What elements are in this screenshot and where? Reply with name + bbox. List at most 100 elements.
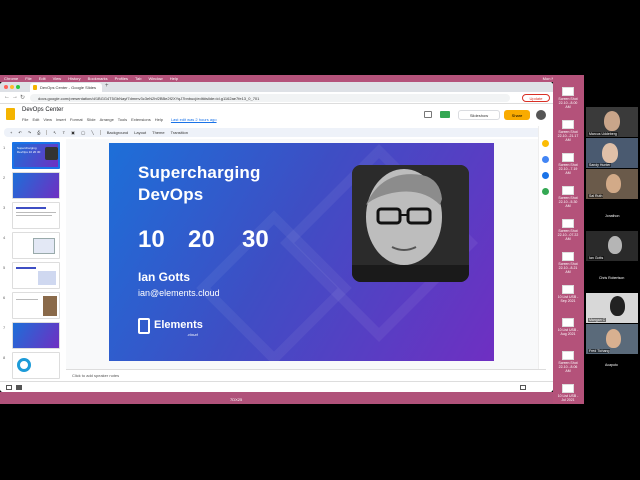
minimize-window-icon[interactable] (10, 85, 14, 89)
participant-tile[interactable]: Chris Robertson (586, 262, 638, 292)
contacts-icon[interactable] (542, 172, 549, 179)
theme-button[interactable]: Theme (152, 130, 164, 135)
desktop-files: Screen Shot 22-10...8.00 AM Screen Shot … (553, 75, 584, 404)
desktop-file[interactable]: 10 List USB - Sep 2021 (556, 285, 580, 303)
menu-view[interactable]: View (43, 117, 52, 122)
editing-toolbar: + ↶ ↷ ⎙ ↖ T ▣ ◯ ╲ Background Layout Them… (4, 128, 549, 137)
speaker-notes[interactable]: Click to add speaker notes (66, 369, 546, 381)
slide-thumbnail-7[interactable] (12, 322, 60, 349)
slide-number-20: 20 (188, 226, 215, 253)
url-text: docs.google.com/presentation/d/1BGG4T5Gb… (38, 95, 260, 101)
reload-icon[interactable]: ↻ (20, 94, 25, 101)
image-icon[interactable]: ▣ (71, 130, 75, 135)
desktop-file[interactable]: Screen Shot 22-10...5.30 AM (556, 186, 580, 208)
forward-icon[interactable]: → (12, 94, 18, 100)
last-edit-link[interactable]: Last edit was 2 hours ago (171, 117, 217, 122)
meet-icon[interactable] (440, 111, 450, 118)
participant-tile[interactable]: Fred Tichang (586, 324, 638, 354)
menu-help[interactable]: Help (155, 117, 163, 122)
slide-thumbnail-4[interactable] (12, 232, 60, 259)
comment-icon[interactable] (424, 111, 432, 118)
slide-thumbnail-1[interactable]: Supercharging DevOps 10 20 30 (12, 142, 60, 169)
menubar-item[interactable]: View (53, 76, 62, 81)
explore-icon[interactable] (520, 385, 526, 390)
select-icon[interactable]: ↖ (53, 130, 56, 135)
slide-thumbnail-8[interactable] (12, 352, 60, 379)
menubar-item[interactable]: Help (170, 76, 178, 81)
redo-icon[interactable]: ↷ (28, 130, 31, 135)
thumb-photo (45, 147, 58, 160)
menubar-item[interactable]: Window (148, 76, 162, 81)
participant-tile[interactable]: Ian Gotts (586, 231, 638, 261)
layout-button[interactable]: Layout (134, 130, 146, 135)
new-tab-button[interactable]: + (105, 83, 109, 89)
menu-slide[interactable]: Slide (87, 117, 96, 122)
undo-icon[interactable]: ↶ (18, 130, 21, 135)
desktop-file[interactable]: Screen Shot 22-10...07.22 AM (556, 219, 580, 241)
slide-thumbnail-3[interactable] (12, 202, 60, 229)
keep-icon[interactable] (542, 140, 549, 147)
desktop-file[interactable]: Screen Shot 22-10...8.21 AM (556, 252, 580, 274)
menubar-item[interactable]: File (25, 76, 31, 81)
menu-insert[interactable]: Insert (56, 117, 66, 122)
transition-button[interactable]: Transition (171, 130, 188, 135)
menubar-item[interactable]: History (68, 76, 80, 81)
maximize-window-icon[interactable] (16, 85, 20, 89)
menu-format[interactable]: Format (70, 117, 83, 122)
document-title[interactable]: DevOps Center (22, 107, 63, 113)
desktop-file[interactable]: Screen Shot 22-10...21.17 AM (556, 120, 580, 142)
desktop-file[interactable]: Screen Shot 22-10...7.19 AM (556, 153, 580, 175)
tasks-icon[interactable] (542, 156, 549, 163)
menubar-item[interactable]: Edit (39, 76, 46, 81)
desktop-file[interactable]: Screen Shot 22-10...8.00 AM (556, 87, 580, 109)
elements-logo-sub: .cloud (187, 332, 198, 337)
desktop-file[interactable]: 10 List USB - Aug 2021 (556, 318, 580, 336)
participant-tile[interactable]: Jonathon (586, 200, 638, 230)
participant-tile[interactable]: Sandy Hunter (586, 138, 638, 168)
view-controls (0, 381, 553, 392)
desktop-file[interactable]: Screen Shot 22-10...8.06 AM (556, 351, 580, 373)
thumb-number: 8 (3, 355, 6, 360)
add-icon[interactable]: + (10, 130, 12, 135)
thumb-title: Supercharging DevOps 10 20 30 (17, 146, 41, 154)
shape-icon[interactable]: ◯ (81, 130, 85, 135)
menu-extensions[interactable]: Extensions (131, 117, 151, 122)
participant-tile[interactable]: Mangan C (586, 293, 638, 323)
maps-icon[interactable] (542, 188, 549, 195)
share-button[interactable]: Share (504, 110, 530, 120)
url-input[interactable]: docs.google.com/presentation/d/1BGG4T5Gb… (30, 94, 510, 102)
current-slide[interactable]: Supercharging DevOps 10 20 30 Ian Gotts … (109, 143, 494, 361)
menubar-item[interactable]: Profiles (115, 76, 128, 81)
filmstrip-view-icon[interactable] (16, 385, 22, 390)
menubar-item[interactable]: Chrome (4, 76, 18, 81)
menubar-item[interactable]: Tab (135, 76, 141, 81)
close-window-icon[interactable] (4, 85, 8, 89)
mac-menubar: Chrome File Edit View History Bookmarks … (0, 75, 584, 82)
slide-thumbnail-2[interactable] (12, 172, 60, 199)
update-button[interactable]: Update (522, 94, 550, 102)
browser-tab[interactable]: DevOps Center - Google Slides (30, 83, 102, 92)
slide-thumbnail-5[interactable] (12, 262, 60, 289)
address-bar-row: ← → ↻ docs.google.com/presentation/d/1BG… (0, 92, 553, 104)
textbox-icon[interactable]: T (63, 130, 65, 135)
menu-edit[interactable]: Edit (32, 117, 39, 122)
menu-file[interactable]: File (22, 117, 28, 122)
desktop-file[interactable]: 10 List USB - Jul 2021 (556, 384, 580, 402)
slide-thumbnail-6[interactable] (12, 292, 60, 319)
speaker-name: Ian Gotts (138, 270, 191, 284)
menubar-item[interactable]: Bookmarks (88, 76, 108, 81)
grid-view-icon[interactable] (6, 385, 12, 390)
menu-tools[interactable]: Tools (118, 117, 127, 122)
back-icon[interactable]: ← (4, 94, 10, 100)
background-button[interactable]: Background (107, 130, 128, 135)
slideshow-button[interactable]: Slideshow (458, 110, 500, 120)
participant-tile[interactable]: Acaputo (586, 355, 638, 373)
participant-tile[interactable]: Sal Ruth (586, 169, 638, 199)
line-icon[interactable]: ╲ (91, 130, 93, 135)
participant-tile[interactable]: Marcus Uddeberg (586, 107, 638, 137)
print-icon[interactable]: ⎙ (37, 130, 40, 135)
menu-arrange[interactable]: Arrange (100, 117, 114, 122)
avatar[interactable] (536, 110, 546, 120)
divider (46, 130, 48, 135)
slides-logo-icon[interactable] (6, 108, 15, 120)
